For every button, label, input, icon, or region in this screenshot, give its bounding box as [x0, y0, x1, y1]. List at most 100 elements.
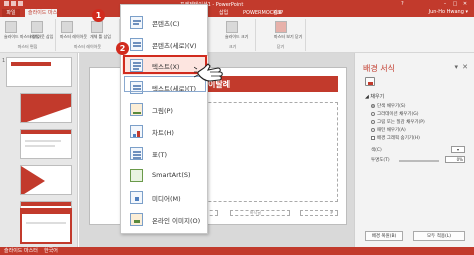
ribbon-group-master-layout: 마스터 레이아웃 개체 틀 삽입 마스터 레이아웃 [56, 19, 120, 51]
menu-item-content-vertical[interactable]: 콘텐츠(세로)(V) [122, 35, 208, 54]
radio-icon[interactable] [371, 112, 375, 116]
group-label: 마스터 편집 [17, 44, 38, 49]
insert-placeholder-button[interactable]: 개체 틀 삽입 [90, 21, 111, 40]
minimize-button[interactable]: – [440, 1, 450, 7]
thumbnail-layout-2[interactable] [20, 129, 72, 159]
picture-fill-option[interactable]: 그림 또는 질감 채우기(P) [371, 119, 425, 125]
format-background-pane: 배경 서식 ▾ ✕ ◢ 채우기 단색 채우기(S) 그라데이션 채우기(G) 그… [354, 53, 474, 247]
close-master-icon [275, 21, 287, 33]
pane-close-icon[interactable]: ✕ [462, 63, 468, 71]
smartart-icon [130, 169, 143, 182]
option-label: 단색 채우기(S) [377, 104, 406, 109]
thumbnail-number: 1 [2, 58, 6, 64]
slide-number-label: # [330, 210, 334, 215]
menu-item-picture[interactable]: 그림(P) [122, 100, 208, 119]
save-icon[interactable] [4, 1, 9, 6]
tab-review[interactable]: 검토 [270, 9, 285, 17]
master-layout-icon [61, 21, 73, 33]
redo-icon[interactable] [18, 1, 23, 6]
checkbox-icon[interactable] [371, 136, 375, 140]
ribbon-tabs: 파일 슬라이드 마스터 홈 삽입 POWERMOCKUP 검토 Jun-Ho H… [0, 8, 474, 17]
menu-item-label: 콘텐츠(세로)(V) [152, 42, 197, 50]
option-label: 패턴 채우기(A) [377, 128, 406, 133]
menu-item-label: 차트(H) [152, 129, 174, 137]
insert-master-button[interactable]: 슬라이드 마스터 삽입 [4, 21, 40, 40]
color-picker[interactable]: ▾ [451, 146, 465, 153]
thumbnail-layout-3[interactable] [20, 165, 72, 195]
fill-section-header[interactable]: ◢ 채우기 [365, 93, 384, 100]
chart-icon [130, 125, 143, 138]
reset-background-button[interactable]: 배경 복원(B) [365, 231, 403, 241]
option-label: 그라데이션 채우기(G) [377, 112, 419, 117]
thumbnail-red-shape [22, 210, 70, 214]
radio-icon[interactable] [371, 120, 375, 124]
menu-item-label: SmartArt(S) [152, 171, 191, 179]
menu-item-label: 콘텐츠(C) [152, 20, 180, 28]
slide-size-button[interactable]: 슬라이드 크기 [225, 21, 248, 40]
radio-icon[interactable] [371, 128, 375, 132]
content-icon [130, 16, 143, 29]
slide-size-icon [226, 21, 238, 33]
hand-cursor-icon [194, 63, 223, 82]
menu-item-media[interactable]: 미디어(M) [122, 188, 208, 207]
pane-options-icon[interactable]: ▾ [454, 63, 458, 71]
menu-item-content[interactable]: 콘텐츠(C) [122, 13, 208, 32]
menu-item-label: 표(T) [152, 151, 168, 159]
thumbnail-red-shape [21, 166, 45, 194]
status-language: 한국어 [44, 248, 58, 254]
gradient-fill-option[interactable]: 그라데이션 채우기(G) [371, 111, 419, 117]
thumbnail-line [25, 140, 61, 142]
close-master-view-button[interactable]: 마스터 보기 닫기 [274, 21, 302, 40]
hide-background-graphics-option[interactable]: 배경 그래픽 숨기기(H) [371, 135, 420, 141]
pane-title: 배경 서식 [363, 64, 395, 73]
group-label: 크기 [228, 44, 237, 49]
thumbnail-layout-1[interactable] [20, 93, 72, 123]
radio-icon[interactable] [371, 104, 375, 108]
title-bar: 프레젠테이션1 - PowerPoint ? – □ ✕ [0, 0, 474, 8]
maximize-button[interactable]: □ [450, 1, 460, 7]
menu-item-chart[interactable]: 차트(H) [122, 122, 208, 141]
pattern-fill-option[interactable]: 패턴 채우기(A) [371, 127, 406, 133]
online-image-icon [130, 213, 143, 226]
undo-icon[interactable] [11, 1, 16, 6]
thumbnail-title-bar [11, 62, 51, 66]
group-label: 마스터 레이아웃 [73, 44, 102, 49]
apply-to-all-button[interactable]: 모두 적용(L) [413, 231, 465, 241]
option-label: 배경 그래픽 숨기기(H) [377, 136, 420, 141]
menu-item-table[interactable]: 표(T) [122, 144, 208, 163]
transparency-slider[interactable] [399, 160, 439, 162]
thumbnail-master[interactable]: 1 [2, 57, 72, 87]
insert-placeholder-menu: 콘텐츠(C) 콘텐츠(세로)(V) 텍스트(X) 텍스트(세로)(T) 그림(P… [120, 4, 208, 234]
ribbon-group-master-edit: 슬라이드 마스터 삽입 레이아웃 삽입 마스터 편집 [0, 19, 56, 51]
content-vertical-icon [130, 38, 143, 51]
fill-icon[interactable] [365, 77, 375, 86]
window-controls: – □ ✕ [440, 1, 470, 7]
tab-file[interactable]: 파일 [2, 9, 20, 17]
menu-item-smartart[interactable]: SmartArt(S) [122, 166, 208, 185]
media-icon [130, 191, 143, 204]
ribbon-group-close: 마스터 보기 닫기 닫기 [256, 19, 306, 51]
menu-item-label: 그림(P) [152, 107, 173, 115]
menu-item-label: 미디어(M) [152, 195, 181, 203]
quick-access-toolbar[interactable] [4, 1, 34, 7]
user-account[interactable]: Jun-Ho Hwang ▾ [429, 9, 468, 16]
layout-icon [31, 21, 43, 33]
insert-layout-button[interactable]: 레이아웃 삽입 [30, 21, 53, 40]
help-icon[interactable]: ? [401, 1, 404, 7]
menu-item-online-image[interactable]: 온라인 이미지(O) [122, 210, 208, 229]
transparency-value[interactable]: 0% [445, 156, 465, 163]
solid-fill-option[interactable]: 단색 채우기(S) [371, 103, 406, 109]
thumbnail-red-shape [21, 130, 71, 134]
thumbnail-layout-selected[interactable] [20, 208, 72, 244]
close-button[interactable]: ✕ [460, 1, 470, 7]
slide-thumbnail-pane[interactable]: 1 [0, 53, 78, 247]
option-label: 그림 또는 질감 채우기(P) [377, 120, 425, 125]
tab-slide-master[interactable]: 슬라이드 마스터 [25, 9, 62, 17]
picture-icon [130, 103, 143, 116]
status-view: 슬라이드 마스터 [4, 248, 38, 254]
status-bar: 슬라이드 마스터 한국어 [0, 247, 474, 255]
master-layout-button[interactable]: 마스터 레이아웃 [60, 21, 87, 40]
ribbon-group-size: 슬라이드 크기 크기 [210, 19, 256, 51]
footer-label: 바닥글 [250, 210, 262, 215]
tab-insert[interactable]: 삽입 [216, 9, 231, 17]
